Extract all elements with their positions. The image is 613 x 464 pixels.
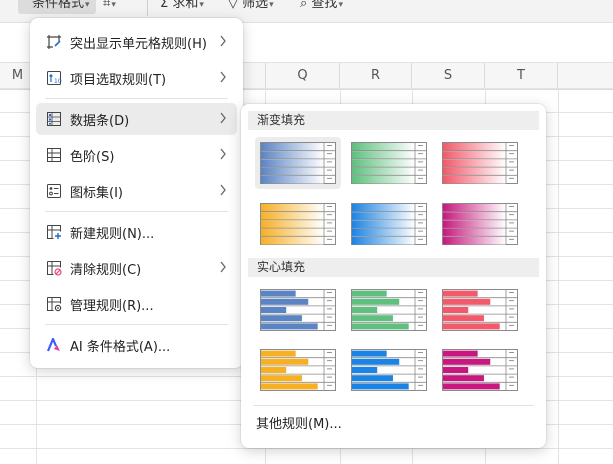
chevron-down-icon: ▾ — [111, 0, 116, 10]
column-header-s[interactable]: S — [412, 63, 485, 89]
menu-item-label: 色阶(S) — [70, 149, 115, 165]
data-bar-preview-icon — [442, 203, 518, 245]
filter-label: 筛选 — [242, 0, 269, 11]
gradient-purple-data-bar[interactable] — [437, 198, 523, 250]
grid-line — [558, 88, 559, 464]
data-bar-preview-icon — [260, 142, 336, 184]
conditional-format-label: 条件格式 — [32, 0, 85, 11]
menu-item-top-bottom[interactable]: 10 项目选取规则(T) — [36, 62, 237, 94]
icon-sets-icon — [45, 182, 63, 200]
menu-item-label: 突出显示单元格规则(H) — [70, 36, 207, 52]
gradient-fill-header: 渐变填充 — [248, 111, 539, 130]
menu-item-new-rule[interactable]: 新建规则(N)... — [36, 216, 237, 248]
highlight-cells-icon — [45, 33, 63, 51]
border-icon: ⌗ — [103, 0, 111, 11]
menu-divider — [45, 324, 228, 325]
data-bar-preview-icon — [260, 289, 336, 331]
chevron-right-icon — [220, 261, 226, 273]
solid-fill-header: 实心填充 — [248, 258, 539, 277]
gradient-light-blue-data-bar[interactable] — [346, 198, 432, 250]
column-header-q[interactable]: Q — [265, 63, 340, 89]
find-button[interactable]: ⌕ 查找▾ — [300, 0, 343, 14]
solid-green-data-bar[interactable] — [346, 284, 432, 336]
sum-button[interactable]: Σ 求和▾ — [160, 0, 204, 14]
chevron-right-icon — [220, 71, 226, 83]
filter-button[interactable]: ▽ 筛选▾ — [228, 0, 274, 14]
menu-divider — [45, 98, 228, 99]
more-rules-item[interactable]: 其他规则(M)... — [256, 414, 342, 436]
chevron-right-icon — [220, 184, 226, 196]
data-bar-preview-icon — [351, 203, 427, 245]
data-bar-preview-icon — [260, 203, 336, 245]
submenu-divider — [253, 405, 534, 406]
data-bar-preview-icon — [442, 289, 518, 331]
find-label: 查找 — [311, 0, 338, 11]
chevron-down-icon: ▾ — [85, 0, 90, 10]
data-bars-submenu: 渐变填充 实心填充 其他规则(M)... — [241, 104, 546, 448]
data-bar-preview-icon — [442, 349, 518, 391]
data-bar-preview-icon — [442, 142, 518, 184]
gradient-red-data-bar[interactable] — [437, 137, 523, 189]
chevron-down-icon: ▾ — [269, 0, 274, 10]
menu-item-color-scales[interactable]: 色阶(S) — [36, 139, 237, 171]
svg-text:10: 10 — [54, 78, 62, 85]
chevron-right-icon — [220, 35, 226, 47]
clear-rules-icon — [45, 259, 63, 277]
solid-blue-data-bar[interactable] — [255, 284, 341, 336]
column-header-u[interactable] — [558, 63, 613, 89]
menu-item-label: 清除规则(C) — [70, 262, 142, 278]
menu-item-label: 数据条(D) — [70, 113, 130, 129]
chevron-right-icon — [220, 148, 226, 160]
gradient-green-data-bar[interactable] — [346, 137, 432, 189]
gradient-orange-data-bar[interactable] — [255, 198, 341, 250]
menu-item-label: AI 条件格式(A)... — [70, 339, 171, 355]
data-bar-preview-icon — [351, 142, 427, 184]
menu-item-clear-rules[interactable]: 清除规则(C) — [36, 252, 237, 284]
ai-icon — [45, 336, 63, 354]
column-header-r[interactable]: R — [340, 63, 412, 89]
sum-label: 求和 — [172, 0, 199, 11]
sum-icon: Σ — [160, 0, 169, 11]
menu-item-highlight-cells[interactable]: 突出显示单元格规则(H) — [36, 26, 237, 58]
menu-item-label: 图标集(I) — [70, 185, 123, 201]
filter-icon: ▽ — [228, 0, 238, 11]
new-rule-icon — [45, 223, 63, 241]
data-bar-preview-icon — [351, 289, 427, 331]
solid-red-data-bar[interactable] — [437, 284, 523, 336]
search-icon: ⌕ — [300, 0, 308, 11]
menu-item-label: 管理规则(R)... — [70, 298, 154, 314]
border-button[interactable]: ⌗▾ — [103, 0, 116, 14]
data-bars-icon — [45, 110, 63, 128]
menu-item-icon-sets[interactable]: 图标集(I) — [36, 175, 237, 207]
manage-rules-icon — [45, 295, 63, 313]
chevron-down-icon: ▾ — [338, 0, 343, 10]
solid-purple-data-bar[interactable] — [437, 344, 523, 396]
solid-orange-data-bar[interactable] — [255, 344, 341, 396]
menu-item-data-bars[interactable]: 数据条(D) — [36, 103, 237, 135]
chevron-right-icon — [220, 112, 226, 124]
menu-item-manage-rules[interactable]: 管理规则(R)... — [36, 288, 237, 320]
toolbar-divider — [147, 0, 148, 16]
conditional-format-menu: 突出显示单元格规则(H) 10 项目选取规则(T) 数据条(D) 色阶(S) 图… — [30, 18, 243, 368]
menu-item-ai-format[interactable]: AI 条件格式(A)... — [36, 329, 237, 361]
menu-divider — [45, 211, 228, 212]
data-bar-preview-icon — [351, 349, 427, 391]
color-scales-icon — [45, 146, 63, 164]
conditional-format-button[interactable]: 条件格式▾ — [18, 0, 96, 14]
menu-item-label: 新建规则(N)... — [70, 226, 155, 242]
top-bottom-rules-icon: 10 — [45, 69, 63, 87]
data-bar-preview-icon — [260, 349, 336, 391]
chevron-down-icon: ▾ — [199, 0, 204, 10]
solid-light-blue-data-bar[interactable] — [346, 344, 432, 396]
gradient-blue-data-bar[interactable] — [255, 137, 341, 189]
column-header-t[interactable]: T — [485, 63, 558, 89]
menu-item-label: 项目选取规则(T) — [70, 72, 167, 88]
